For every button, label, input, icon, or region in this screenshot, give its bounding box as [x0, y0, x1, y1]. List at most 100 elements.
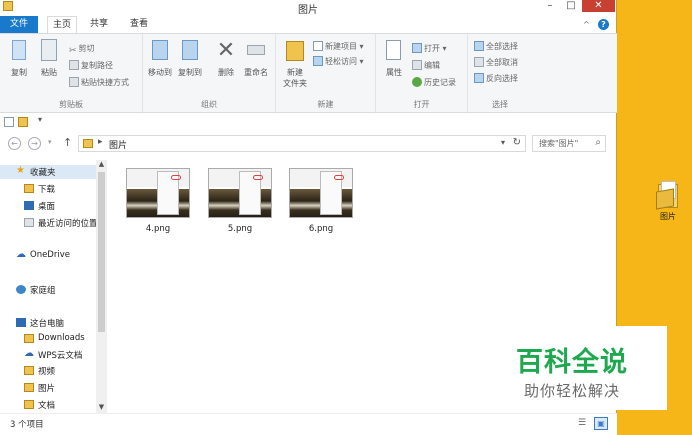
- breadcrumb-pictures[interactable]: 图片: [109, 138, 127, 151]
- copy-path-button[interactable]: 复制路径: [69, 60, 113, 74]
- rename-button[interactable]: 重命名: [241, 38, 271, 78]
- copy-button[interactable]: 复制: [6, 38, 32, 78]
- properties-qat-icon[interactable]: [4, 117, 14, 127]
- paste-button[interactable]: 粘贴: [36, 38, 62, 78]
- move-to-button[interactable]: 移动到: [145, 38, 175, 78]
- desktop-folder-pictures[interactable]: 图片: [650, 180, 686, 222]
- paste-icon: [38, 38, 60, 64]
- nav-downloads-cn-label: 下载: [38, 185, 56, 195]
- tab-file[interactable]: 文件: [0, 16, 38, 33]
- nav-videos-label: 视频: [38, 367, 56, 377]
- quick-access-toolbar: ▾: [0, 115, 617, 129]
- address-bar[interactable]: ▸ 图片 ▾ ↻: [78, 135, 526, 152]
- properties-button[interactable]: 属性: [382, 38, 406, 78]
- collapse-ribbon-icon[interactable]: ^: [583, 20, 590, 29]
- group-label-new: 新建: [317, 100, 334, 109]
- new-item-button[interactable]: 新建项目 ▾: [313, 41, 364, 55]
- group-label-organize: 组织: [201, 100, 217, 109]
- folder-icon: [83, 139, 93, 148]
- new-item-icon: [313, 41, 323, 51]
- tab-share[interactable]: 共享: [86, 16, 112, 33]
- group-label-open: 打开: [413, 100, 430, 109]
- qat-dropdown-icon[interactable]: ▾: [38, 115, 48, 125]
- tab-home[interactable]: 主页: [47, 16, 77, 33]
- ribbon-tabs: 文件 主页 共享 查看 ^ ?: [0, 16, 617, 33]
- nav-favorites-label: 收藏夹: [30, 168, 56, 178]
- new-item-label: 新建项目 ▾: [325, 42, 364, 51]
- forward-button[interactable]: →: [28, 137, 41, 150]
- open-icon: [412, 43, 422, 53]
- search-icon[interactable]: ⌕: [595, 137, 601, 148]
- scroll-thumb[interactable]: [98, 172, 105, 332]
- chevron-right-icon[interactable]: ▸: [98, 137, 103, 147]
- edit-label: 编辑: [424, 61, 440, 70]
- recent-locations-icon[interactable]: ▾: [48, 138, 52, 146]
- scroll-down-icon[interactable]: ▼: [96, 403, 107, 413]
- select-all-button[interactable]: 全部选择: [474, 41, 518, 55]
- invert-selection-label: 反向选择: [486, 74, 518, 83]
- nav-recent-label: 最近访问的位置: [38, 219, 98, 229]
- details-view-icon[interactable]: ☰: [578, 418, 586, 428]
- file-name: 5.png: [227, 224, 253, 234]
- edit-button[interactable]: 编辑: [412, 60, 440, 74]
- close-button[interactable]: ✕: [582, 0, 615, 12]
- copy-to-icon: [179, 38, 201, 64]
- file-item[interactable]: 4.png: [118, 168, 198, 234]
- paste-label: 粘贴: [41, 68, 57, 77]
- nav-wps-label: WPS云文档: [38, 351, 83, 361]
- nav-onedrive-label: OneDrive: [30, 250, 70, 260]
- paste-shortcut-icon: [69, 77, 79, 87]
- desktop-icon: [24, 201, 34, 210]
- up-button[interactable]: ↑: [63, 136, 72, 149]
- watermark-subtitle: 助你轻松解决: [524, 382, 621, 400]
- paste-shortcut-button[interactable]: 粘贴快捷方式: [69, 77, 129, 91]
- invert-selection-button[interactable]: 反向选择: [474, 73, 518, 87]
- open-button[interactable]: 打开 ▾: [412, 43, 447, 57]
- rename-icon: [245, 38, 267, 64]
- paste-shortcut-label: 粘贴快捷方式: [81, 78, 129, 87]
- copy-label: 复制: [11, 68, 27, 77]
- file-item[interactable]: 5.png: [200, 168, 280, 234]
- new-folder-button[interactable]: 新建 文件夹: [280, 38, 310, 89]
- back-button[interactable]: ←: [8, 137, 21, 150]
- easy-access-icon: [313, 56, 323, 66]
- new-folder-icon: [284, 38, 306, 64]
- wps-cloud-icon: ☁: [24, 348, 34, 359]
- documents-folder-icon: [24, 400, 34, 409]
- scroll-up-icon[interactable]: ▲: [96, 160, 107, 170]
- address-row: ← → ▾ ↑ ▸ 图片 ▾ ↻ 搜索"图片" ⌕: [0, 134, 617, 154]
- minimize-button[interactable]: –: [544, 0, 556, 12]
- group-organize: 移动到 复制到 ✕ 删除 重命名 组织: [143, 34, 276, 113]
- copy-to-button[interactable]: 复制到: [175, 38, 205, 78]
- file-name: 6.png: [308, 224, 334, 234]
- cloud-icon: ☁: [16, 249, 26, 260]
- group-open: 属性 打开 ▾ 编辑 历史记录 打开: [376, 34, 468, 113]
- large-icons-view-icon[interactable]: ▣: [594, 417, 608, 430]
- file-name: 4.png: [145, 224, 171, 234]
- address-dropdown-icon[interactable]: ▾: [501, 138, 505, 147]
- delete-button[interactable]: ✕ 删除: [213, 38, 239, 78]
- desktop-folder-label: 图片: [660, 212, 676, 221]
- navigation-pane: ★ 收藏夹 下载 桌面 最近访问的位置 ☁ OneDrive 家庭组 这台电脑: [0, 160, 107, 413]
- refresh-icon[interactable]: ↻: [513, 137, 521, 148]
- help-icon[interactable]: ?: [598, 19, 609, 30]
- properties-icon: [383, 38, 405, 64]
- tab-view[interactable]: 查看: [126, 16, 152, 33]
- image-thumbnail: [289, 168, 353, 218]
- cut-button[interactable]: ✂ 剪切: [69, 43, 95, 57]
- downloads-folder-icon: [24, 334, 34, 343]
- history-button[interactable]: 历史记录: [412, 77, 456, 91]
- select-all-label: 全部选择: [486, 42, 518, 51]
- nav-scrollbar[interactable]: ▲ ▼: [96, 160, 107, 413]
- videos-folder-icon: [24, 366, 34, 375]
- image-thumbnail: [126, 168, 190, 218]
- maximize-button[interactable]: □: [565, 0, 577, 12]
- ribbon: 复制 粘贴 ✂ 剪切 复制路径 粘贴快捷方式 剪贴板 移动到 复制到 ✕ 删除 …: [0, 33, 617, 113]
- search-input[interactable]: 搜索"图片" ⌕: [532, 135, 606, 152]
- file-item[interactable]: 6.png: [281, 168, 361, 234]
- select-none-button[interactable]: 全部取消: [474, 57, 518, 71]
- delete-icon: ✕: [216, 38, 236, 63]
- easy-access-button[interactable]: 轻松访问 ▾: [313, 56, 364, 70]
- new-folder-qat-icon[interactable]: [18, 117, 28, 127]
- nav-favorites[interactable]: ★ 收藏夹: [0, 165, 96, 179]
